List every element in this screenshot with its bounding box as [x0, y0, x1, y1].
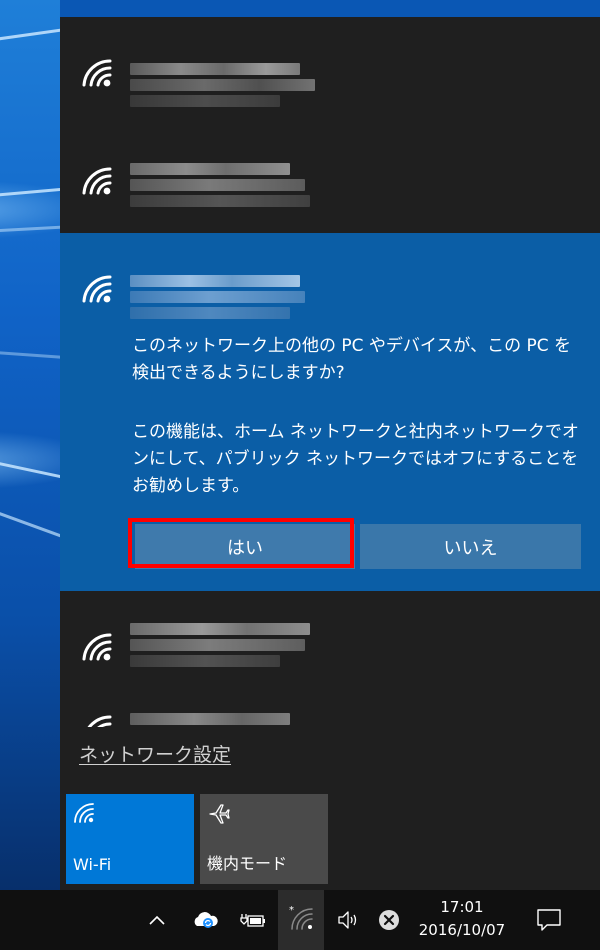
wifi-icon [74, 803, 94, 823]
power-tray-button[interactable] [236, 902, 270, 938]
action-center-icon [537, 909, 561, 931]
wifi-icon: * [289, 905, 313, 930]
wallpaper-beam [0, 23, 60, 43]
network-name-blurred [130, 291, 305, 303]
wifi-signal-icon [82, 633, 112, 661]
network-status-blurred [130, 95, 280, 107]
network-status-blurred [130, 655, 280, 667]
action-center-button[interactable] [532, 902, 566, 938]
wifi-tile-label: Wi-Fi [73, 855, 112, 874]
onedrive-tray-button[interactable] [188, 902, 222, 938]
network-list-item[interactable] [60, 125, 600, 233]
desktop-wallpaper [0, 0, 60, 890]
taskbar-clock[interactable]: 17:01 2016/10/07 [412, 896, 512, 942]
battery-plug-icon [240, 914, 265, 927]
wifi-signal-icon [87, 715, 112, 727]
network-name-blurred [130, 79, 315, 91]
clock-date: 2016/10/07 [418, 921, 506, 939]
network-name-blurred [130, 713, 290, 725]
network-list-item[interactable] [60, 703, 600, 727]
wallpaper-beam [0, 350, 60, 362]
wifi-signal-icon [82, 167, 112, 195]
network-settings-link[interactable]: ネットワーク設定 [79, 740, 231, 767]
show-hidden-icons-button[interactable] [140, 902, 174, 938]
network-status-blurred [130, 195, 310, 207]
onedrive-sync-icon [194, 912, 218, 928]
wifi-toggle-tile[interactable]: Wi-Fi [66, 794, 194, 884]
network-name-blurred [130, 163, 290, 175]
wifi-signal-icon [82, 59, 112, 87]
airplane-mode-tile[interactable]: 機内モード [200, 794, 328, 884]
no-button[interactable]: いいえ [360, 524, 581, 569]
wifi-signal-icon [82, 275, 112, 303]
close-circle-icon [379, 910, 399, 930]
volume-icon [338, 911, 357, 929]
volume-tray-button[interactable] [332, 902, 366, 938]
chevron-up-icon [149, 915, 165, 925]
network-name-blurred [130, 275, 300, 287]
yes-button[interactable]: はい [135, 524, 355, 569]
network-tray-button[interactable]: * [278, 890, 324, 950]
airplane-tile-label: 機内モード [207, 854, 288, 873]
discovery-question: このネットワーク上の他の PC やデバイスが、この PC を検出できるようにしま… [132, 336, 572, 383]
network-name-blurred [130, 179, 305, 191]
network-name-blurred [130, 63, 300, 75]
network-list-item[interactable] [60, 591, 600, 703]
svg-text:*: * [289, 905, 294, 916]
discovery-explanation: この機能は、ホーム ネットワークと社内ネットワークでオンにして、パブリック ネッ… [132, 422, 579, 496]
wallpaper-beam [0, 505, 60, 549]
network-name-blurred [130, 623, 310, 635]
taskbar: * 17:01 2016/10/07 [0, 890, 600, 950]
airplane-icon [209, 804, 230, 824]
clock-time: 17:01 [440, 898, 484, 916]
wallpaper-glow [0, 430, 60, 490]
network-status-blurred [130, 307, 290, 319]
network-name-blurred [130, 639, 305, 651]
network-list-item[interactable] [60, 17, 600, 125]
notification-tray-button[interactable] [372, 902, 406, 938]
